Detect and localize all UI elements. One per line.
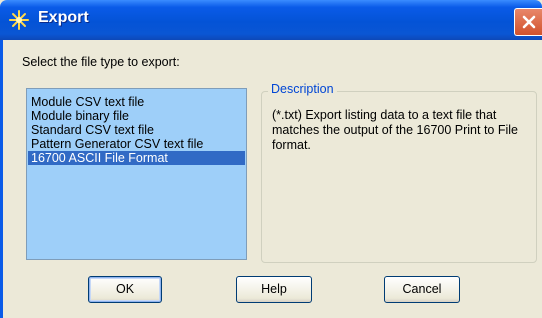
list-item[interactable]: Pattern Generator CSV text file (31, 137, 242, 151)
window-title: Export (38, 9, 89, 26)
list-item-selected[interactable]: 16700 ASCII File Format (28, 151, 245, 165)
description-label: Description (268, 82, 337, 96)
export-dialog: Export Select the file type to export: M… (0, 0, 542, 318)
file-type-list[interactable]: Module CSV text file Module binary file … (26, 88, 247, 260)
close-button[interactable] (514, 8, 542, 36)
list-item[interactable]: Standard CSV text file (31, 123, 242, 137)
ok-button[interactable]: OK (88, 276, 162, 303)
help-button[interactable]: Help (236, 276, 312, 303)
list-item[interactable]: Module CSV text file (31, 95, 242, 109)
description-text: (*.txt) Export listing data to a text fi… (272, 108, 518, 152)
sparkle-icon (8, 9, 30, 31)
list-item[interactable]: Module binary file (31, 109, 242, 123)
close-icon (522, 15, 536, 29)
file-type-prompt: Select the file type to export: (22, 55, 180, 69)
title-bar[interactable]: Export (0, 0, 542, 40)
window-frame (0, 40, 3, 318)
cancel-button[interactable]: Cancel (384, 276, 460, 303)
